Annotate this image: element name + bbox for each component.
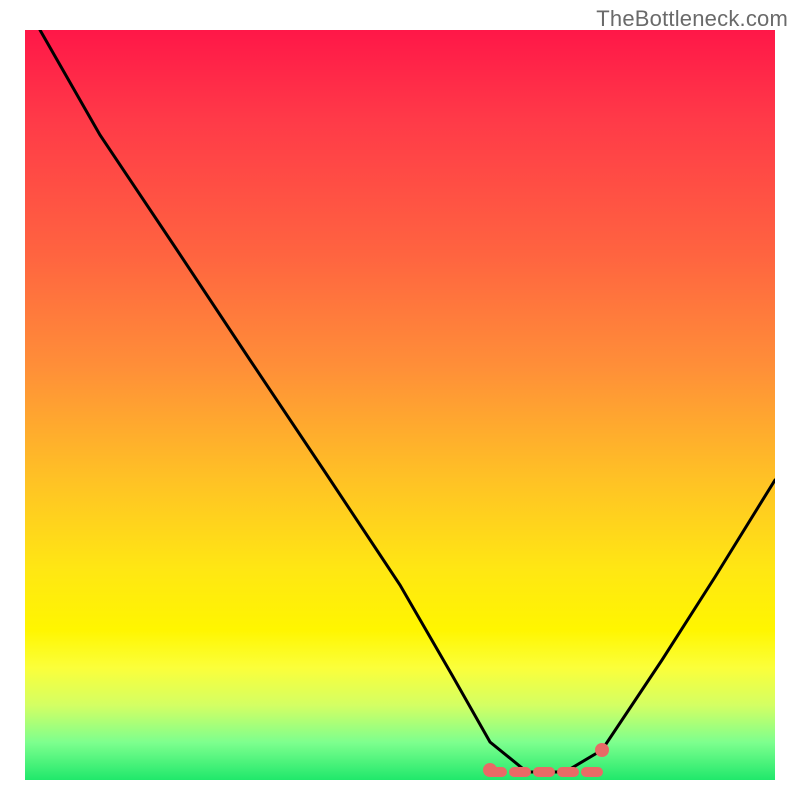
- watermark-text: TheBottleneck.com: [596, 6, 788, 32]
- curve-layer: [25, 30, 775, 780]
- bottleneck-chart: TheBottleneck.com: [0, 0, 800, 800]
- optimal-range-start-dot: [483, 763, 497, 777]
- optimal-range-end-dot: [595, 743, 609, 757]
- bottleneck-curve-path: [40, 30, 775, 772]
- plot-frame: [25, 30, 775, 780]
